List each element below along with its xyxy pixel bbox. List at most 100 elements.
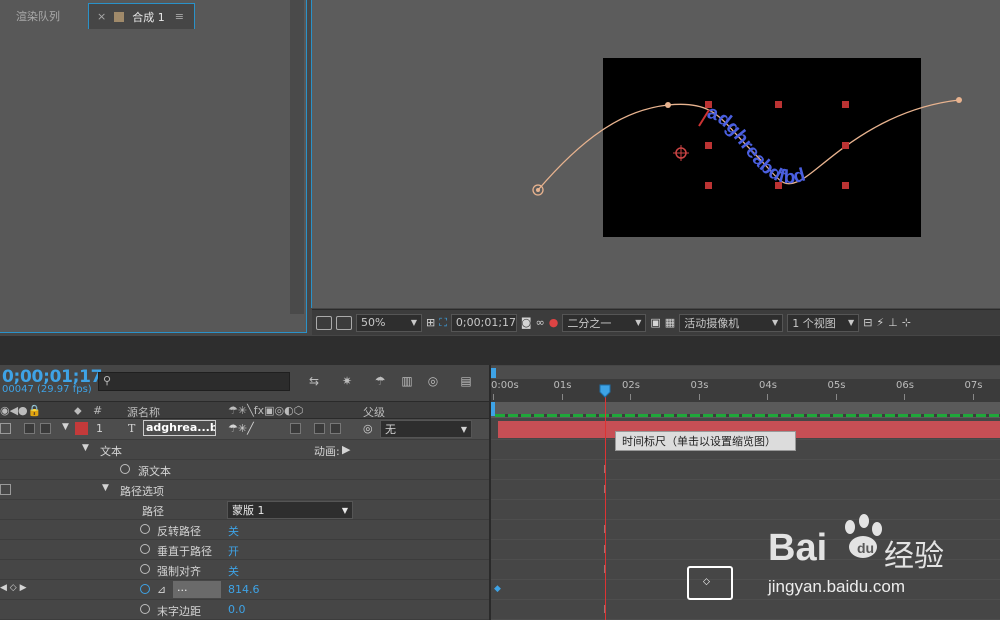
label-column-icon[interactable]: ⬥ — [74, 404, 82, 418]
twirl-down-icon[interactable]: ▼ — [102, 483, 109, 493]
bbox-handle — [775, 101, 782, 108]
stopwatch-icon[interactable] — [140, 524, 150, 534]
comp-mini-flowchart-icon[interactable]: ⇆ — [305, 373, 323, 389]
layer-switch-icons[interactable]: ☂✳╱ — [228, 422, 254, 435]
property-value[interactable]: 关 — [228, 523, 239, 539]
frame-count: 00047 (29.97 fps) — [2, 384, 92, 395]
eye-icon[interactable] — [0, 484, 11, 495]
graph-editor-icon[interactable]: ▤ — [457, 373, 475, 389]
flowchart-icon[interactable]: ⊹ — [902, 314, 911, 332]
mask-visibility-icon[interactable]: ⛶ — [439, 314, 447, 332]
property-value[interactable]: 开 — [228, 543, 239, 559]
property-row-first-margin[interactable]: ◀ ◇ ▶ ⊿ ... 814.6 — [0, 580, 490, 600]
camera-snapshot-icon[interactable]: ◙ — [521, 314, 532, 332]
property-track — [491, 480, 1000, 500]
time-navigator[interactable] — [491, 366, 1000, 379]
always-preview-icon[interactable] — [316, 314, 332, 332]
layer-search-input[interactable]: ⚲ — [98, 372, 290, 391]
property-label: 末字边距 — [157, 605, 201, 618]
property-label: 路径选项 — [120, 485, 164, 498]
parent-dropdown[interactable]: 无 ▼ — [380, 420, 472, 438]
property-row-force-align[interactable]: 强制对齐 关 — [0, 560, 490, 580]
chevron-down-icon: ▼ — [635, 318, 642, 327]
ruler-tick-label: 05s — [827, 380, 846, 391]
tab-composition[interactable]: × 合成 1 ≡ — [88, 3, 195, 29]
toggle-pixel-aspect-icon[interactable]: ⊟ — [863, 314, 872, 332]
av-switches-icon[interactable]: ◉◀●🔒 — [0, 404, 41, 417]
ruler-tick-label: 01s — [553, 380, 572, 391]
eye-icon[interactable] — [0, 423, 11, 434]
property-row-source-text[interactable]: 源文本 — [0, 460, 490, 480]
anchor-point-icon — [673, 145, 689, 161]
color-channels-icon[interactable]: ● — [549, 314, 559, 332]
solo-switch[interactable] — [24, 423, 35, 434]
layer-row[interactable]: ▼ 1 T adghrea...bd ☂✳╱ ◎ 无▼ — [0, 419, 490, 440]
layer-column-header: ◉◀●🔒 ⬥ # 源名称 ☂✳╲fx▣◎◐⬡ 父级 — [0, 401, 490, 419]
layer-name[interactable]: adghrea...bd — [143, 420, 216, 436]
watermark: Bai du 经验 jingyan.baidu.com — [760, 505, 1000, 615]
playhead-icon[interactable] — [599, 384, 611, 398]
view-layout-dropdown[interactable]: 1 个视图 ▼ — [787, 313, 860, 332]
tab-render-queue[interactable]: 渲染队列 — [0, 3, 102, 29]
graph-icon[interactable]: ⊿ — [157, 583, 166, 596]
show-snapshot-icon[interactable]: ∞ — [536, 314, 545, 332]
resolution-dropdown[interactable]: 二分之一 ▼ — [562, 313, 647, 332]
path-overlay[interactable]: adghreabdfbd — [311, 0, 1000, 308]
property-row-text[interactable]: ▼ 文本 动画: ▶ — [0, 440, 490, 460]
viewer-timecode[interactable]: 0;00;01;17 — [450, 313, 517, 332]
keyframe-icon[interactable]: ◇ — [703, 577, 710, 587]
layer-switch[interactable] — [290, 423, 301, 434]
ruler-tick-mark — [630, 394, 631, 400]
watermark-url: jingyan.baidu.com — [768, 577, 906, 596]
column-parent[interactable]: 父级 — [363, 404, 385, 420]
property-row-last-margin[interactable]: 末字边距 0.0 — [0, 600, 490, 620]
twirl-down-icon[interactable]: ▼ — [82, 443, 89, 453]
region-of-interest-icon[interactable]: ▣ — [650, 314, 660, 332]
property-row-perpendicular[interactable]: 垂直于路径 开 — [0, 540, 490, 560]
fast-previews-icon[interactable]: ⚡ — [876, 314, 884, 332]
work-area-start-handle[interactable] — [491, 402, 495, 416]
motion-blur-icon[interactable]: ◎ — [424, 373, 442, 389]
column-source-name[interactable]: 源名称 — [127, 404, 160, 420]
animate-menu-icon[interactable]: ▶ — [342, 443, 350, 456]
timeline-tab-bar — [0, 336, 1000, 365]
property-value[interactable]: 关 — [228, 563, 239, 579]
zoom-dropdown[interactable]: 50% ▼ — [356, 313, 422, 332]
close-icon[interactable]: × — [97, 10, 106, 23]
property-row-path-options[interactable]: ▼ 路径选项 — [0, 480, 490, 500]
project-panel-scrollbar[interactable] — [290, 0, 304, 314]
camera-dropdown[interactable]: 活动摄像机 ▼ — [679, 313, 784, 332]
twirl-down-icon[interactable]: ▼ — [62, 422, 69, 432]
stopwatch-icon[interactable] — [140, 604, 150, 614]
monitor-icon[interactable] — [336, 314, 352, 332]
keyframe-icon[interactable]: ◆ — [494, 584, 501, 594]
lock-switch[interactable] — [40, 423, 51, 434]
panel-menu-icon[interactable]: ≡ — [175, 10, 184, 23]
layer-switch[interactable] — [330, 423, 341, 434]
frame-blending-icon[interactable]: ▥ — [398, 373, 416, 389]
stopwatch-icon[interactable] — [140, 564, 150, 574]
layer-switch[interactable] — [314, 423, 325, 434]
label-color-swatch[interactable] — [75, 422, 88, 435]
shy-layers-icon[interactable]: ☂ — [371, 373, 389, 389]
navigator-start-handle[interactable] — [491, 368, 496, 378]
transparency-grid-icon[interactable]: ▦ — [665, 314, 675, 332]
path-dropdown[interactable]: 蒙版 1 ▼ — [227, 501, 353, 519]
property-value[interactable]: 814.6 — [228, 583, 260, 596]
stopwatch-active-icon[interactable] — [140, 584, 150, 594]
property-label: 路径 — [142, 505, 164, 518]
stopwatch-icon[interactable] — [140, 544, 150, 554]
draft-3d-icon[interactable]: ✷ — [338, 373, 356, 389]
keyframe-navigator-icon[interactable]: ◀ ◇ ▶ — [0, 583, 27, 593]
playhead-line[interactable] — [605, 394, 606, 620]
property-row-reverse-path[interactable]: 反转路径 关 — [0, 520, 490, 540]
property-track — [491, 460, 1000, 480]
stopwatch-icon[interactable] — [120, 464, 130, 474]
layer-switches-icon[interactable]: ☂✳╲fx▣◎◐⬡ — [228, 404, 303, 417]
ruler-tick-mark — [835, 394, 837, 400]
pick-whip-icon[interactable]: ◎ — [363, 422, 373, 435]
grid-icon[interactable]: ⊞ — [426, 314, 435, 332]
property-row-path[interactable]: 路径 蒙版 1 ▼ — [0, 500, 490, 520]
property-value[interactable]: 0.0 — [228, 603, 246, 616]
timeline-icon[interactable]: ⊥ — [888, 314, 898, 332]
